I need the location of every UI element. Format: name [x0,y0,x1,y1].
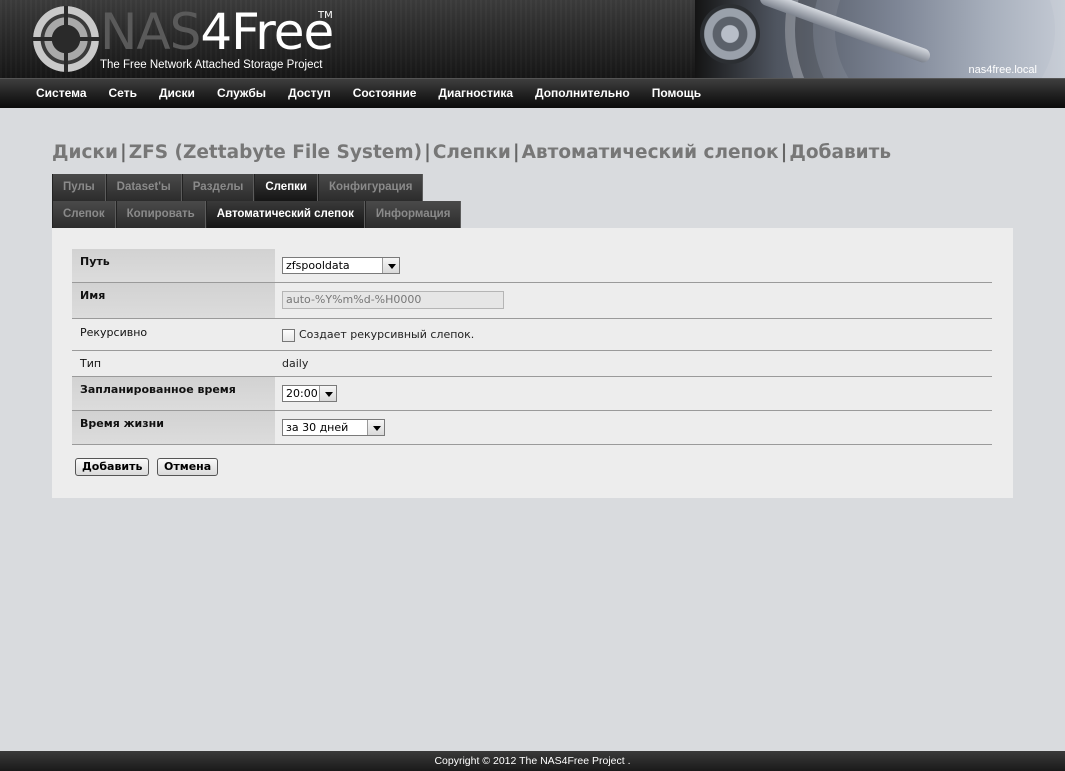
path-select[interactable]: zfspooldata [282,257,400,274]
scheduled-time-row: Запланированное время 20:00 [72,377,992,411]
add-button[interactable]: Добавить [75,458,150,476]
recursive-row: Рекурсивно Создает рекурсивный слепок. [72,319,992,351]
recursive-checkbox[interactable] [282,328,295,342]
type-row: Тип daily [72,351,992,377]
tab-pools[interactable]: Пулы [52,174,106,201]
menu-item-network[interactable]: Сеть [98,79,148,108]
trademark-mark: TM [318,10,333,21]
logo-tagline: The Free Network Attached Storage Projec… [100,59,323,71]
primary-tabs: Пулы Dataset'ы Разделы Слепки Конфигурац… [52,174,424,201]
form-panel: Путь zfspooldata Имя auto-%Y%m%d-%H0000 … [52,228,1013,498]
tab-auto-snapshot[interactable]: Автоматический слепок [205,201,365,228]
logo-nas: NAS [100,3,201,61]
disk-hub [700,4,760,64]
tab-datasets[interactable]: Dataset'ы [105,174,182,201]
main-menu: Система Сеть Диски Службы Доступ Состоян… [0,78,1065,108]
footer-copyright: Copyright © 2012 The NAS4Free Project . [0,751,1065,771]
logo-wordmark: NAS4Free [100,2,334,62]
cancel-button[interactable]: Отмена [157,458,219,476]
menu-item-disks[interactable]: Диски [148,79,206,108]
logo-free: 4Free [200,3,334,61]
name-row: Имя auto-%Y%m%d-%H0000 [72,283,992,319]
scheduled-time-label: Запланированное время [72,377,275,410]
lifetime-row: Время жизни за 30 дней [72,411,992,445]
chevron-down-icon [382,258,399,273]
recursive-description: Создает рекурсивный слепок. [299,328,475,341]
menu-item-services[interactable]: Службы [206,79,277,108]
tab-partitions[interactable]: Разделы [181,174,255,201]
tab-information[interactable]: Информация [364,201,462,228]
chevron-down-icon [367,420,384,435]
logo-icon [33,6,99,72]
tab-configuration[interactable]: Конфигурация [317,174,424,201]
recursive-label: Рекурсивно [80,326,148,339]
tab-snapshots[interactable]: Слепки [254,174,318,201]
tab-snapshot[interactable]: Слепок [52,201,116,228]
type-value: daily [282,357,309,370]
header-banner: NAS4Free TM The Free Network Attached St… [0,0,1065,78]
type-label: Тип [80,357,102,370]
name-label: Имя [72,283,275,318]
tab-clone[interactable]: Копировать [115,201,206,228]
lifetime-label: Время жизни [72,411,275,444]
path-label: Путь [72,249,275,282]
scheduled-time-select[interactable]: 20:00 [282,385,337,402]
menu-item-system[interactable]: Система [25,79,98,108]
menu-item-help[interactable]: Помощь [641,79,712,108]
chevron-down-icon [319,386,336,401]
secondary-tabs: Слепок Копировать Автоматический слепок … [52,201,462,228]
menu-item-status[interactable]: Состояние [342,79,428,108]
name-input[interactable]: auto-%Y%m%d-%H0000 [282,291,504,309]
path-row: Путь zfspooldata [72,249,992,283]
menu-item-diagnostics[interactable]: Диагностика [427,79,524,108]
lifetime-select[interactable]: за 30 дней [282,419,385,436]
menu-item-access[interactable]: Доступ [277,79,342,108]
page-title: Диски | ZFS (Zettabyte File System) | Слепки… [52,142,892,163]
menu-item-advanced[interactable]: Дополнительно [524,79,641,108]
hostname-label: nas4free.local [968,64,1038,76]
